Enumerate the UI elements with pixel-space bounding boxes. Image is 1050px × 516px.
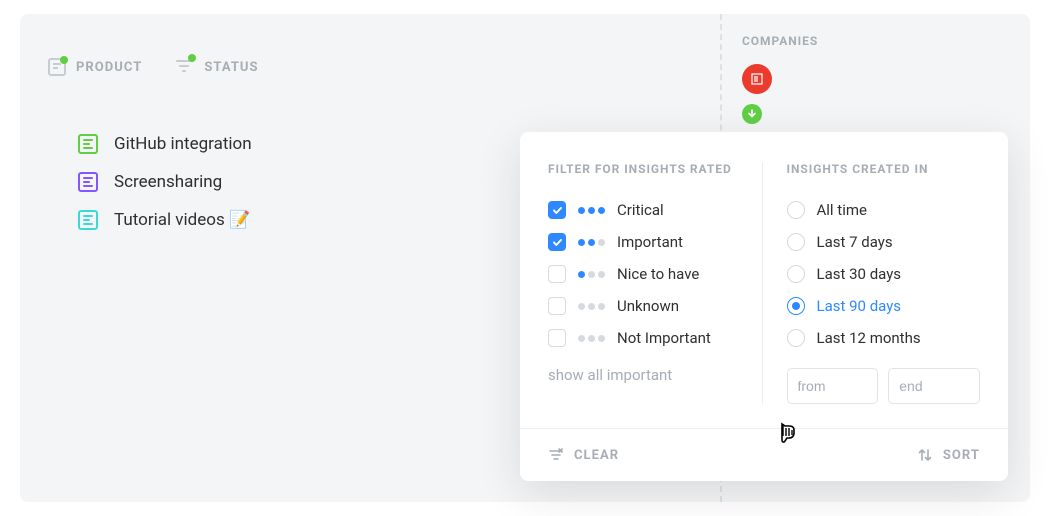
filter-popover: FILTER FOR INSIGHTS RATED Critical Impor…: [520, 132, 1008, 481]
sort-icon: [917, 447, 933, 463]
range-option[interactable]: Last 12 months: [787, 322, 981, 354]
tab-status-label: STATUS: [204, 60, 258, 75]
range-label: Last 30 days: [817, 265, 902, 283]
ratings-column: FILTER FOR INSIGHTS RATED Critical Impor…: [548, 162, 742, 404]
product-icon: [48, 58, 66, 76]
column-tabs: PRODUCT STATUS: [48, 58, 259, 76]
ratings-header: FILTER FOR INSIGHTS RATED: [548, 162, 742, 176]
radio-icon: [787, 201, 805, 219]
main-panel: PRODUCT STATUS GitHub integration Screen…: [20, 14, 1030, 502]
radio-icon: [787, 329, 805, 347]
checkbox-icon: [548, 297, 566, 315]
companies-header: COMPANIES: [742, 34, 818, 48]
rating-dots-icon: [578, 271, 605, 278]
rating-option[interactable]: Important: [548, 226, 742, 258]
download-badge[interactable]: [742, 104, 762, 124]
company-avatar-icon: [750, 72, 764, 86]
rating-label: Important: [617, 233, 683, 251]
rating-option[interactable]: Critical: [548, 194, 742, 226]
show-all-link[interactable]: show all important: [548, 366, 742, 384]
document-icon: [78, 210, 98, 230]
rating-label: Critical: [617, 201, 664, 219]
range-label: All time: [817, 201, 867, 219]
company-avatar[interactable]: [742, 64, 772, 94]
range-option[interactable]: Last 7 days: [787, 226, 981, 258]
tab-product-label: PRODUCT: [76, 60, 142, 75]
checkbox-icon: [548, 201, 566, 219]
sort-button[interactable]: SORT: [917, 447, 980, 463]
range-label: Last 90 days: [817, 297, 902, 315]
date-end-input[interactable]: [888, 368, 980, 404]
range-option[interactable]: All time: [787, 194, 981, 226]
date-range-column: INSIGHTS CREATED IN All time Last 7 days…: [762, 162, 981, 404]
rating-dots-icon: [578, 239, 605, 246]
clear-label: CLEAR: [574, 448, 619, 463]
app-stage: PRODUCT STATUS GitHub integration Screen…: [0, 0, 1050, 516]
rating-option[interactable]: Not Important: [548, 322, 742, 354]
range-option[interactable]: Last 90 days: [787, 290, 981, 322]
range-option[interactable]: Last 30 days: [787, 258, 981, 290]
product-label: Tutorial videos 📝: [114, 210, 250, 230]
rating-label: Nice to have: [617, 265, 699, 283]
filter-icon: [176, 58, 194, 76]
product-item[interactable]: Tutorial videos 📝: [78, 210, 252, 230]
popover-body: FILTER FOR INSIGHTS RATED Critical Impor…: [520, 132, 1008, 428]
date-from-input[interactable]: [787, 368, 879, 404]
rating-option[interactable]: Unknown: [548, 290, 742, 322]
range-label: Last 7 days: [817, 233, 893, 251]
radio-icon: [787, 265, 805, 283]
clear-button[interactable]: CLEAR: [548, 447, 619, 463]
date-inputs: [787, 368, 981, 404]
document-icon: [78, 172, 98, 192]
checkbox-icon: [548, 265, 566, 283]
product-label: Screensharing: [114, 172, 222, 192]
popover-footer: CLEAR SORT: [520, 428, 1008, 481]
range-label: Last 12 months: [817, 329, 921, 347]
companies-column: COMPANIES: [742, 34, 818, 94]
radio-icon: [787, 233, 805, 251]
sort-label: SORT: [943, 448, 980, 463]
product-item[interactable]: Screensharing: [78, 172, 252, 192]
created-header: INSIGHTS CREATED IN: [787, 162, 981, 176]
arrow-down-icon: [747, 109, 757, 119]
rating-label: Not Important: [617, 329, 711, 347]
rating-dots-icon: [578, 207, 605, 214]
product-item[interactable]: GitHub integration: [78, 134, 252, 154]
document-icon: [78, 134, 98, 154]
rating-dots-icon: [578, 335, 605, 342]
checkbox-icon: [548, 233, 566, 251]
cursor-pointer-icon: [774, 420, 802, 452]
radio-icon: [787, 297, 805, 315]
tab-product[interactable]: PRODUCT: [48, 58, 142, 76]
rating-label: Unknown: [617, 297, 679, 315]
tab-status[interactable]: STATUS: [176, 58, 258, 76]
rating-dots-icon: [578, 303, 605, 310]
clear-icon: [548, 447, 564, 463]
product-label: GitHub integration: [114, 134, 252, 154]
product-list: GitHub integration Screensharing Tutoria…: [78, 134, 252, 230]
checkbox-icon: [548, 329, 566, 347]
rating-option[interactable]: Nice to have: [548, 258, 742, 290]
